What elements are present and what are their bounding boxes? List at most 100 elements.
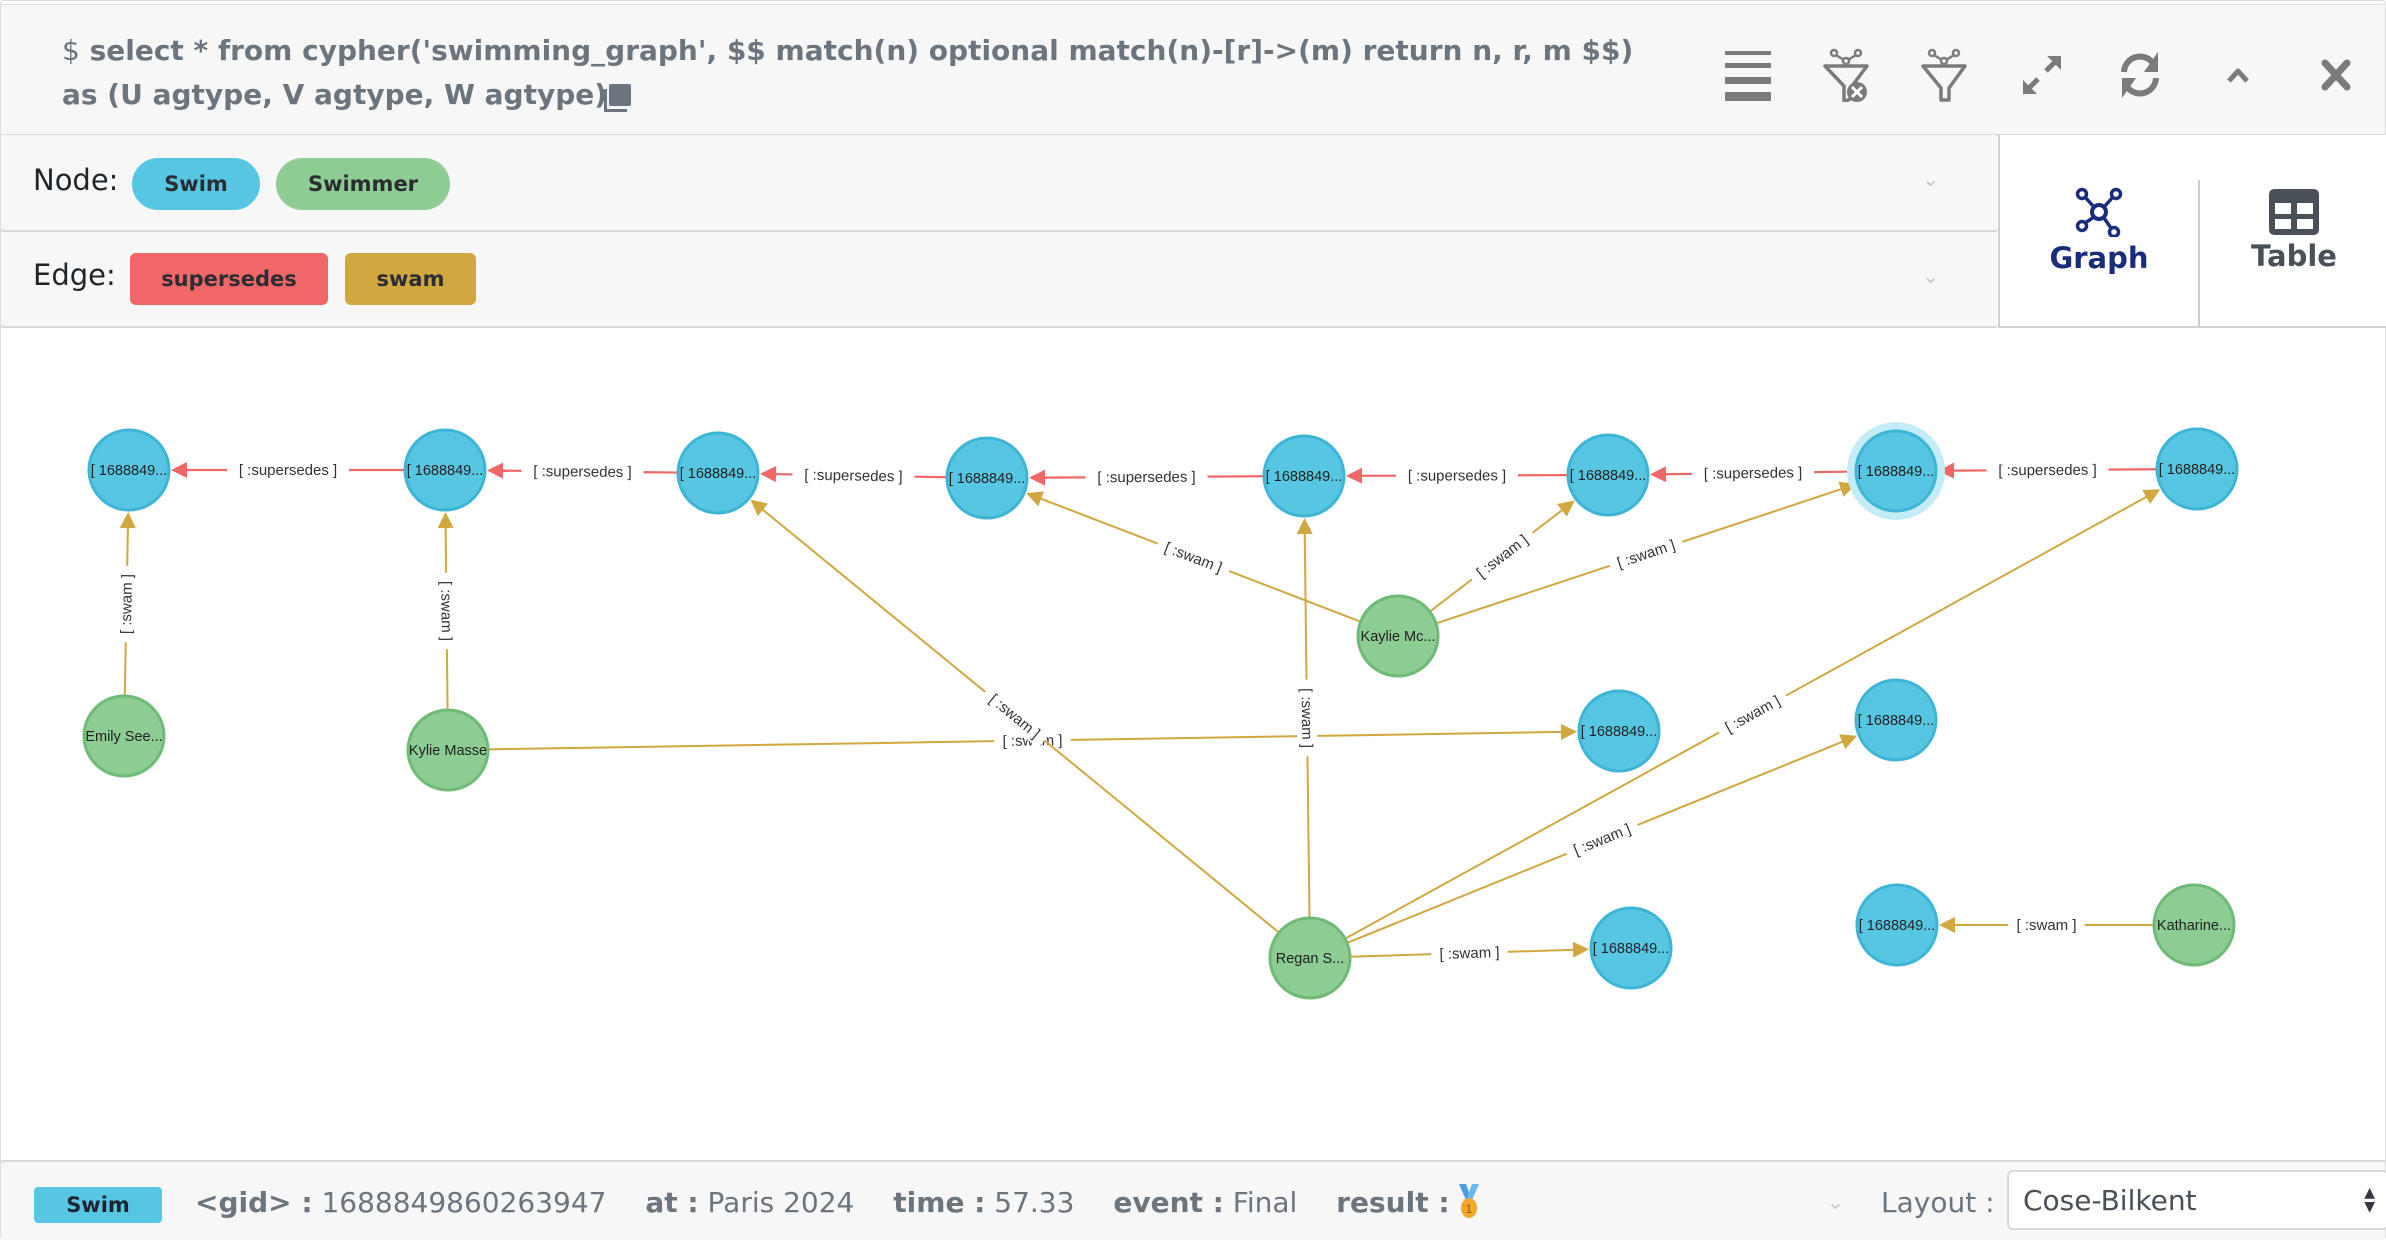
edge-label: [ :swam ] [1615,537,1677,572]
menu-icon [1725,51,1771,101]
fullscreen-button[interactable] [1993,35,2091,115]
tab-table-label: Table [2251,238,2337,273]
selected-element-badge-text: Swim [66,1193,130,1217]
filter-remove-button[interactable] [1797,35,1895,115]
node-layer: [ 1688849... [ 1688849... [ 1688849... [ 16… [82,422,2239,1000]
property-at: at : Paris 2024 [645,1186,855,1219]
graph-edge-swam[interactable]: [ :swam ] [436,511,457,711]
graph-edge-supersedes[interactable]: [ :supersedes ] [1649,462,1857,484]
graph-node-swimmer[interactable]: Kaylie Mc... [1356,594,1440,678]
graph-edge-supersedes[interactable]: [ :supersedes ] [1345,465,1569,486]
graph-node-swim[interactable]: [ 1688849... [1262,434,1346,518]
edge-label: [ :swam ] [1571,821,1633,859]
node-legend-expand-icon[interactable]: ⌄ [1922,167,1939,191]
query-text: $ select * from cypher('swimming_graph',… [62,29,1652,117]
graph-edge-supersedes[interactable]: [ :supersedes ] [1028,466,1265,488]
graph-edge-swam[interactable]: [ :swam ] [1429,500,1575,613]
property-result: result : 1 [1336,1184,1480,1219]
graph-edge-supersedes[interactable]: [ :supersedes ] [486,460,679,483]
edge-label-group: [ :swam ] [1562,815,1642,864]
graph-node-swim[interactable]: [ 1688849... [945,436,1029,520]
edge-label-group: [ :swam ] [1606,532,1686,576]
node-label-swim[interactable]: Swim [132,158,260,210]
edge-arrow-icon [1649,466,1667,483]
graph-node-swimmer[interactable]: Kylie Masse [406,708,490,792]
edge-arrow-icon [486,462,504,479]
edge-arrow-icon [1572,941,1590,958]
graph-node-swimmer[interactable]: Emily See... [82,694,166,778]
node-label: [ 1688849... [1859,918,1936,934]
graph-edge-swam[interactable]: [ :swam ] [1296,517,1318,919]
graph-edge-swam[interactable]: [ :swam ] [1939,915,2154,935]
edge-label: [ :supersedes ] [533,463,632,481]
layout-label: Layout : [1881,1186,1995,1219]
graph-edge-supersedes[interactable]: [ :supersedes ] [171,460,405,480]
filter-button[interactable] [1895,35,1993,115]
properties-expand-icon[interactable]: ⌄ [1827,1190,1844,1214]
node-label: [ 1688849... [949,471,1026,487]
layout-select[interactable]: Cose-Bilkent ▲ ▼ [2007,1170,2386,1230]
filter-remove-icon [1823,48,1869,102]
node-label: Kylie Masse [409,743,487,759]
edge-label: [ :swam ] [1439,944,1500,963]
graph-node-swim[interactable]: [ 1688849... [1566,433,1650,517]
graph-node-swim[interactable]: [ 1688849... [403,428,487,512]
graph-node-swimmer[interactable]: Regan S... [1268,916,1352,1000]
edge-label: [ :supersedes ] [1998,462,2097,480]
graph-edge-supersedes[interactable]: [ :supersedes ] [1937,459,2158,481]
query-string: select * from cypher('swimming_graph', $… [62,34,1634,111]
table-icon [2269,188,2319,235]
graph-node-swim[interactable]: [ 1688849... [87,428,171,512]
edge-label: [ :supersedes ] [1097,469,1195,487]
graph-node-swimmer[interactable]: Katharine... [2152,883,2236,967]
refresh-icon [2121,52,2159,98]
graph-svg[interactable]: [ :supersedes ] [ :supersedes ] [ :superse… [1,328,2385,1160]
graph-node-swim[interactable]: [ 1688849... [1854,678,1938,762]
edge-arrow-icon [437,511,454,529]
edge-label-group: [ :swam ] [1714,686,1791,742]
node-label-swimmer[interactable]: Swimmer [276,158,450,210]
tab-graph[interactable]: Graph [2000,135,2198,326]
edge-label-group: [ :supersedes ] [1986,459,2109,481]
edge-label: [ :supersedes ] [1704,464,1803,482]
node-label-swim-text: Swim [164,172,228,196]
property-time: time : 57.33 [893,1186,1075,1219]
graph-edge-supersedes[interactable]: [ :supersedes ] [759,464,948,487]
tab-table[interactable]: Table [2200,135,2386,326]
collapse-button[interactable] [2189,35,2287,115]
selected-element-badge[interactable]: Swim [34,1187,162,1223]
menu-button[interactable] [1699,35,1797,115]
graph-node-swim[interactable]: [ 1688849... [1577,689,1661,773]
edge-arrow-icon [759,466,777,483]
node-legend-row: Node: Swim Swimmer ⌄ [1,135,1997,232]
edge-legend-expand-icon[interactable]: ⌄ [1922,264,1939,288]
selected-element-properties: <gid> : 1688849860263947 at : Paris 2024… [195,1184,1510,1219]
edge-label: [ :swam ] [118,574,136,634]
close-button[interactable] [2287,35,2385,115]
graph-edge-swam[interactable]: [ :swam ] [1349,941,1590,965]
edge-label-supersedes[interactable]: supersedes [130,253,328,305]
edge-label-group: [ :supersedes ] [227,460,349,480]
edge-label-group: [ :swam ] [1431,941,1508,965]
edge-label: [ :supersedes ] [1408,467,1506,484]
copy-icon[interactable] [604,84,632,112]
edge-label-swam[interactable]: swam [345,253,476,305]
graph-edge-swam[interactable]: [ :swam ] [1344,489,2161,940]
graph-edge-swam[interactable]: [ :swam ] [115,511,138,697]
graph-canvas[interactable]: [ :supersedes ] [ :supersedes ] [ :superse… [1,328,2385,1160]
graph-node-swim[interactable]: [ 1688849... [676,431,760,515]
footer-bar: Swim <gid> : 1688849860263947 at : Paris… [1,1160,2386,1240]
edge-label: [ :swam ] [437,581,455,641]
graph-node-swim[interactable]: [ 1688849... [1855,883,1939,967]
edge-arrow-icon [1296,517,1313,535]
graph-node-swim[interactable]: [ 1688849... [1589,906,1673,990]
edge-label: [ :supersedes ] [239,462,337,479]
view-tabs: Graph Table [1998,135,2386,330]
refresh-button[interactable] [2091,35,2189,115]
close-icon [2321,59,2351,91]
graph-node-swim[interactable]: [ 1688849... [2155,427,2239,511]
layout-select-value: Cose-Bilkent [2023,1184,2197,1217]
edge-label-group: [ :swam ] [2008,915,2085,935]
graph-node-swim[interactable]: [ 1688849... [1847,422,1945,520]
edge-legend-row: Edge: supersedes swam ⌄ [1,232,1997,328]
